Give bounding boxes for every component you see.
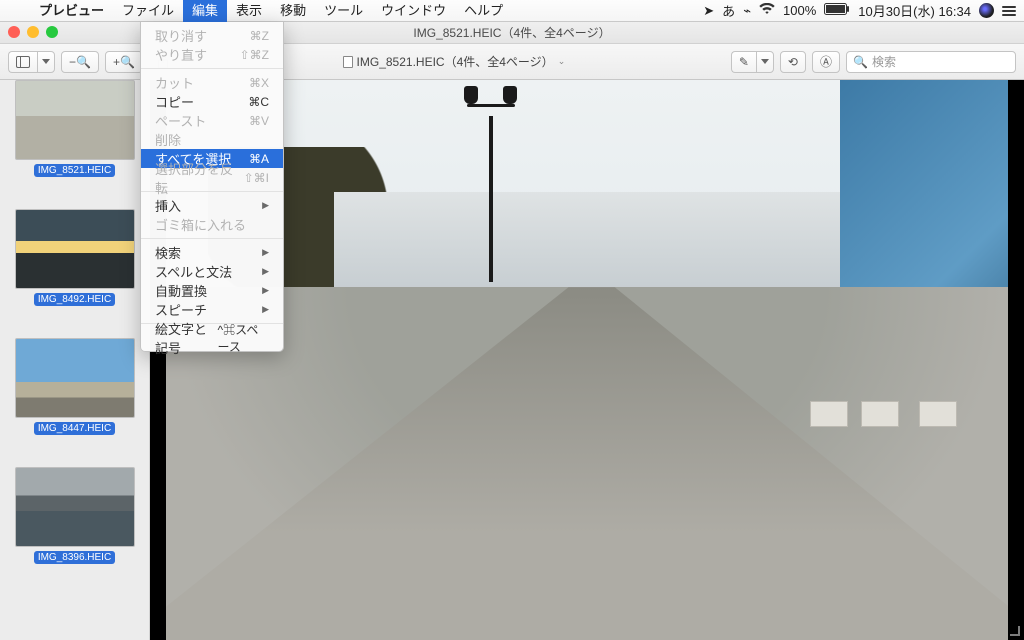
menu-item-label: スペルと文法 [155, 262, 232, 281]
thumbnail-label: IMG_8492.HEIC [34, 293, 115, 306]
thumbnail-label: IMG_8447.HEIC [34, 422, 115, 435]
menu-item: カット ⌘X [141, 73, 283, 92]
menu-item-label: 検索 [155, 243, 181, 262]
thumbnail[interactable]: IMG_8447.HEIC [14, 338, 136, 435]
window-title: IMG_8521.HEIC（4件、全4ページ） [413, 24, 610, 41]
thumbnail-label: IMG_8521.HEIC [34, 164, 115, 177]
markup-button[interactable]: ✎ [731, 51, 756, 73]
zoom-window-button[interactable] [46, 26, 58, 38]
thumbnail-image [15, 467, 135, 547]
menu-item[interactable]: スペルと文法 [141, 262, 283, 281]
menu-separator [141, 238, 283, 239]
location-icon[interactable]: ➤ [703, 3, 714, 19]
menu-go[interactable]: 移動 [271, 0, 315, 22]
menu-file[interactable]: ファイル [113, 0, 183, 22]
input-source-icon[interactable]: あ [722, 1, 735, 20]
battery-icon[interactable] [824, 3, 850, 18]
battery-percent: 100% [783, 3, 816, 18]
zoom-out-button[interactable]: −🔍 [61, 51, 99, 73]
menu-item-label: ゴミ箱に入れる [155, 215, 246, 234]
search-icon: 🔍 [853, 55, 868, 69]
menu-separator [141, 68, 283, 69]
menu-item-label: 削除 [155, 130, 181, 149]
search-field[interactable]: 🔍 検索 [846, 51, 1016, 73]
menu-item-shortcut: ⌘V [249, 114, 269, 128]
bluetooth-icon[interactable]: ⌁ [743, 3, 751, 19]
siri-icon[interactable] [979, 3, 994, 18]
menu-item-label: 取り消す [155, 26, 207, 45]
markup-toolbar-button[interactable]: Ⓐ [812, 51, 840, 73]
menu-item[interactable]: 絵文字と記号^⌘スペース [141, 328, 283, 347]
menu-item[interactable]: 挿入 [141, 196, 283, 215]
thumbnail-image [15, 80, 135, 160]
menu-item-label: 挿入 [155, 196, 181, 215]
resize-handle[interactable] [1010, 626, 1020, 636]
displayed-image [166, 80, 1008, 640]
close-window-button[interactable] [8, 26, 20, 38]
thumbnail-image [15, 338, 135, 418]
thumbnail-image [15, 209, 135, 289]
menu-item: 選択部分を反転⇧⌘I [141, 168, 283, 187]
menu-item-shortcut: ⇧⌘Z [240, 48, 269, 62]
menu-bar: プレビュー ファイル 編集 表示 移動 ツール ウインドウ ヘルプ ➤ あ ⌁ … [0, 0, 1024, 22]
menu-item-label: 自動置換 [155, 281, 207, 300]
menu-item-label: ペースト [155, 111, 206, 130]
menu-item: ゴミ箱に入れる [141, 215, 283, 234]
notification-center-icon[interactable] [1002, 6, 1016, 16]
thumbnail[interactable]: IMG_8492.HEIC [14, 209, 136, 306]
menu-item: 削除 [141, 130, 283, 149]
menu-item-shortcut: ⌘C [248, 95, 269, 109]
menu-item-label: スピーチ [155, 300, 207, 319]
menu-item[interactable]: スピーチ [141, 300, 283, 319]
thumbnail[interactable]: IMG_8396.HEIC [14, 467, 136, 564]
wifi-icon[interactable] [759, 3, 775, 18]
sidebar-toggle-button[interactable] [8, 51, 37, 73]
clock[interactable]: 10月30日(水) 16:34 [858, 1, 971, 20]
minimize-window-button[interactable] [27, 26, 39, 38]
menu-edit[interactable]: 編集 [183, 0, 227, 22]
markup-options-dropdown[interactable] [756, 51, 774, 73]
menu-item-label: カット [155, 73, 194, 92]
menu-item-label: 絵文字と記号 [155, 319, 218, 357]
status-area: ➤ あ ⌁ 100% 10月30日(水) 16:34 [703, 1, 1016, 20]
window-traffic-lights [8, 26, 58, 38]
menu-help[interactable]: ヘルプ [455, 0, 512, 22]
menu-item: ペースト ⌘V [141, 111, 283, 130]
search-placeholder: 検索 [872, 53, 896, 70]
zoom-in-button[interactable]: +🔍 [105, 51, 143, 73]
rotate-button[interactable]: ⟲ [780, 51, 806, 73]
menu-item[interactable]: 自動置換 [141, 281, 283, 300]
thumbnail[interactable]: IMG_8521.HEIC [14, 80, 136, 177]
app-menu[interactable]: プレビュー [30, 0, 113, 22]
menu-window[interactable]: ウインドウ [372, 0, 455, 22]
document-icon [343, 56, 353, 68]
menu-view[interactable]: 表示 [227, 0, 271, 22]
menu-item: 取り消す ⌘Z [141, 26, 283, 45]
thumbnail-label: IMG_8396.HEIC [34, 551, 115, 564]
sidebar-options-dropdown[interactable] [37, 51, 55, 73]
menu-item-label: コピー [155, 92, 194, 111]
menu-item-shortcut: ⌘X [249, 76, 269, 90]
menu-item-shortcut: ⌘A [249, 152, 269, 166]
title-dropdown-caret[interactable]: ⌄ [558, 56, 566, 67]
menu-item-shortcut: ⌘Z [250, 29, 269, 43]
menu-item-shortcut: ⇧⌘I [244, 171, 269, 185]
menu-item: やり直す ⇧⌘Z [141, 45, 283, 64]
menu-item[interactable]: 検索 [141, 243, 283, 262]
menu-item-label: やり直す [155, 45, 207, 64]
thumbnail-sidebar: IMG_8521.HEIC IMG_8492.HEIC IMG_8447.HEIC I… [0, 80, 150, 640]
menu-item-shortcut: ^⌘スペース [218, 321, 269, 355]
edit-menu-dropdown: 取り消す⌘Zやり直す⇧⌘Zカット⌘Xコピー⌘Cペースト⌘V削除すべてを選択⌘A選… [140, 22, 284, 352]
menu-item-label: 選択部分を反転 [155, 159, 244, 197]
menu-tools[interactable]: ツール [315, 0, 372, 22]
menu-item[interactable]: コピー ⌘C [141, 92, 283, 111]
